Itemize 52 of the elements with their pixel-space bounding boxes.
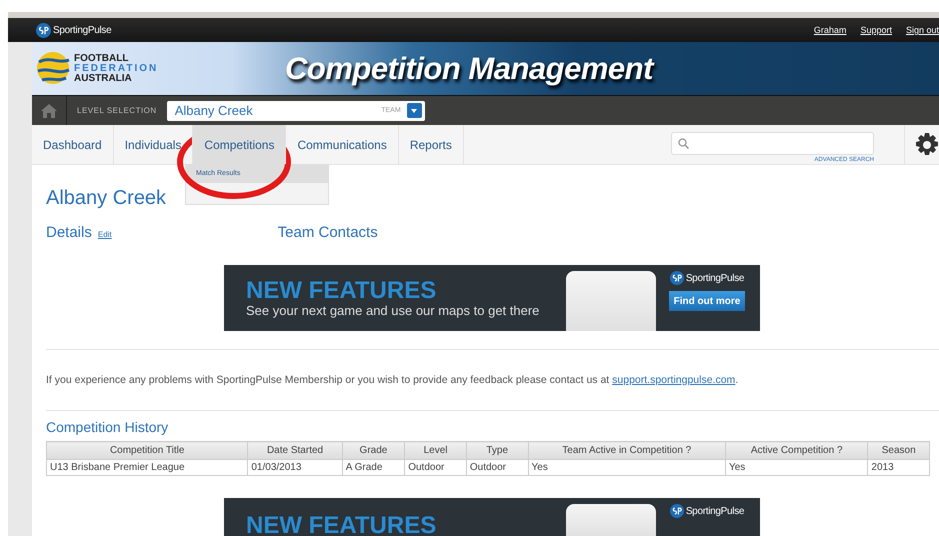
banner-headline: NEW FEATURES	[246, 278, 438, 302]
table-cell: Outdoor	[404, 460, 466, 476]
brand-name: SportingPulse	[686, 506, 744, 516]
feedback-text: If you experience any problems with SportingPulse Membership or you wish to provide any feedback please contact us at support.sportingpulse.com.	[46, 374, 740, 386]
column-header: Team Active in Competition ?	[528, 442, 726, 460]
column-header: Date Started	[248, 442, 342, 460]
page-heading: Albany Creek	[46, 187, 168, 210]
org-name-line: FEDERATION	[74, 64, 160, 74]
home-icon[interactable]	[41, 104, 57, 118]
column-header: Season	[868, 442, 930, 460]
top-link[interactable]: Sign out	[906, 25, 939, 35]
app-title: Competition Management	[285, 50, 653, 86]
column-header: Competition Title	[46, 442, 248, 460]
column-header: Type	[466, 442, 528, 460]
table-cell: Yes	[725, 460, 868, 476]
section-heading: Competition History	[46, 419, 170, 435]
support-link[interactable]: support.sportingpulse.com	[612, 374, 736, 386]
table-cell: Outdoor	[466, 460, 528, 476]
org-name-line: FOOTBALL	[74, 54, 130, 64]
brand-name: SportingPulse	[53, 24, 112, 36]
nav-tab[interactable]: Competitions	[193, 125, 286, 164]
column-header: Grade	[342, 442, 405, 460]
column-header: Active Competition ?	[725, 442, 868, 460]
level-selection-label: LEVEL SELECTION	[77, 106, 157, 115]
table-cell: U13 Brisbane Premier League	[46, 460, 248, 476]
column-header: Level	[404, 442, 466, 460]
brand-name: SportingPulse	[686, 272, 744, 284]
table-cell: 01/03/2013	[248, 460, 342, 476]
logo-icon	[670, 271, 684, 285]
search-field[interactable]	[671, 132, 874, 155]
org-name-line: AUSTRALIA	[74, 74, 133, 84]
find-out-more-button[interactable]: Find out more	[669, 291, 745, 311]
banner-headline: NEW FEATURES	[246, 514, 438, 536]
search-icon	[678, 138, 689, 149]
table-cell: 2013	[868, 460, 930, 476]
edit-link[interactable]: Edit	[98, 230, 112, 239]
section-heading: Details	[46, 224, 92, 241]
logo-icon	[36, 22, 51, 38]
nav-tab[interactable]: Reports	[398, 125, 464, 164]
caret-icon	[411, 108, 418, 112]
table-cell: A Grade	[342, 460, 405, 476]
logo-icon	[670, 504, 684, 518]
settings-icon[interactable]	[915, 132, 939, 156]
top-link[interactable]: Support	[860, 25, 892, 35]
dropdown-button[interactable]	[406, 103, 422, 118]
nav-tab[interactable]: Dashboard	[32, 125, 114, 164]
promo-banner[interactable]: NEW FEATURES SportingPulse	[224, 498, 760, 536]
banner-text: See your next game and use our maps to get there	[246, 302, 540, 318]
top-link[interactable]: Graham	[814, 25, 846, 35]
table-cell: Yes	[528, 460, 726, 476]
section-heading: Team Contacts	[278, 224, 378, 241]
promo-banner[interactable]: NEW FEATURES See your next game and use our maps to get there SportingPulse Find out more	[224, 265, 760, 331]
